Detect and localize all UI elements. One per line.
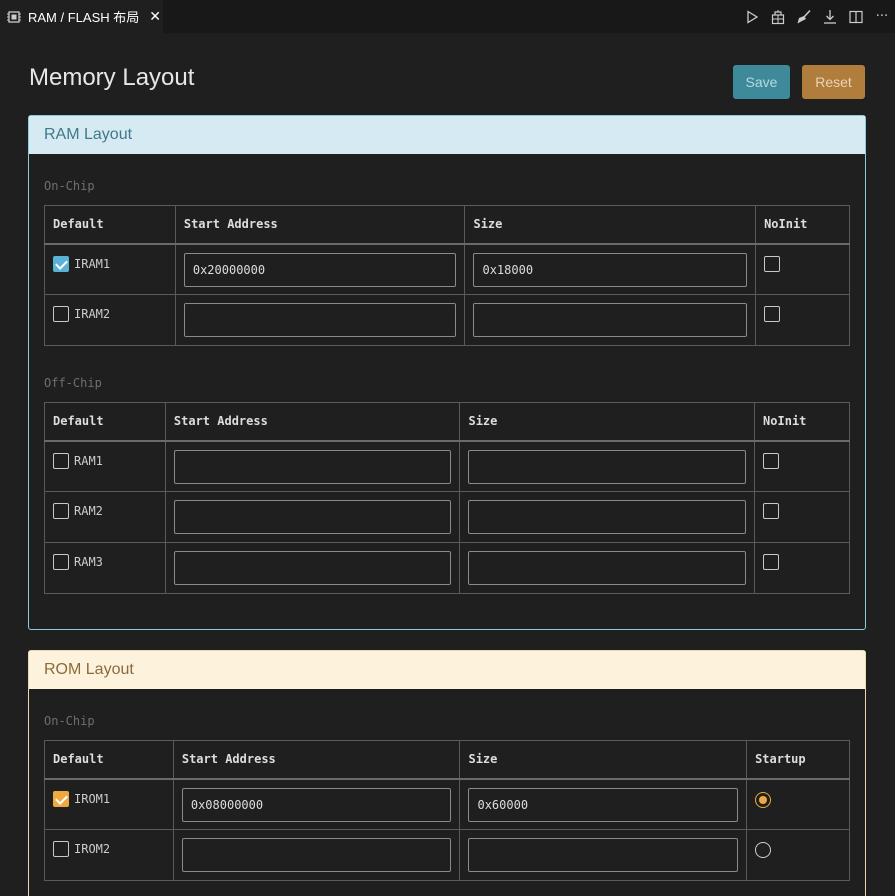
size-input-ram3[interactable] (468, 551, 747, 585)
ram-layout-panel: RAM Layout On-Chip Default Start Address… (28, 115, 866, 630)
row-label-ram1: RAM1 (74, 453, 103, 468)
column-header-default: Default (44, 205, 176, 245)
column-header-noinit: NoInit (755, 205, 850, 245)
page-title: Memory Layout (29, 64, 195, 91)
build-icon[interactable] (765, 6, 791, 28)
column-header-size: Size (459, 402, 756, 442)
column-header-default: Default (44, 402, 166, 442)
row-label-iram1: IRAM1 (74, 256, 111, 271)
default-checkbox-irom1[interactable] (53, 790, 69, 807)
column-header-size: Size (464, 205, 757, 245)
start-address-input-ram3[interactable] (173, 551, 452, 585)
noinit-checkbox-iram2[interactable] (764, 306, 781, 322)
default-checkbox-iram2[interactable] (53, 306, 69, 322)
download-icon[interactable] (817, 6, 843, 28)
clean-icon[interactable] (791, 6, 817, 28)
size-input-irom1[interactable]: 0x60000 (468, 787, 739, 822)
table-row: RAM1 (44, 440, 850, 492)
start-address-input-irom2[interactable] (181, 838, 452, 872)
start-address-input-ram1[interactable] (173, 449, 452, 484)
default-checkbox-ram2[interactable] (53, 503, 69, 519)
reset-button[interactable]: Reset (802, 65, 865, 99)
column-header-start-address: Start Address (172, 740, 461, 780)
rom-layout-header: ROM Layout (29, 651, 865, 689)
table-row: IRAM2 (44, 294, 850, 346)
start-address-input-irom1[interactable]: 0x08000000 (181, 787, 452, 822)
column-header-startup: Startup (746, 740, 850, 780)
ram-onchip-table: Default Start Address Size NoInit IRAM1 … (44, 205, 850, 346)
row-label-ram2: RAM2 (74, 504, 103, 518)
row-label-irom1: IROM1 (74, 791, 111, 806)
size-input-iram2[interactable] (473, 303, 748, 337)
noinit-checkbox-iram1[interactable] (764, 255, 781, 272)
tab-bar: RAM / FLASH 布局 ✕ ··· (0, 0, 895, 33)
table-row: RAM3 (44, 542, 850, 594)
startup-radio-irom2[interactable] (755, 842, 772, 858)
ram-offchip-table: Default Start Address Size NoInit RAM1 R… (44, 402, 850, 594)
editor-actions: ··· (739, 0, 895, 33)
table-row: IROM2 (44, 829, 850, 881)
split-editor-icon[interactable] (843, 6, 869, 28)
default-checkbox-ram1[interactable] (53, 452, 69, 469)
column-header-start-address: Start Address (174, 205, 466, 245)
default-checkbox-iram1[interactable] (53, 255, 69, 272)
default-checkbox-ram3[interactable] (53, 554, 69, 570)
column-header-start-address: Start Address (164, 402, 461, 442)
table-row: IRAM1 0x20000000 0x18000 (44, 243, 850, 295)
size-input-irom2[interactable] (468, 838, 739, 872)
default-checkbox-irom2[interactable] (53, 841, 69, 857)
row-label-ram3: RAM3 (74, 555, 103, 569)
more-icon[interactable]: ··· (869, 6, 895, 28)
ram-onchip-label: On-Chip (44, 179, 95, 193)
tab-title: RAM / FLASH 布局 (28, 10, 140, 25)
chip-icon (6, 9, 22, 25)
table-row: RAM2 (44, 491, 850, 543)
row-label-irom2: IROM2 (74, 842, 111, 856)
size-input-ram2[interactable] (468, 500, 747, 534)
size-input-ram1[interactable] (468, 449, 747, 484)
rom-onchip-label: On-Chip (44, 714, 95, 728)
start-address-input-ram2[interactable] (173, 500, 452, 534)
ram-offchip-label: Off-Chip (44, 376, 102, 390)
column-header-default: Default (44, 740, 174, 780)
start-address-input-iram1[interactable]: 0x20000000 (183, 252, 457, 287)
close-icon[interactable]: ✕ (149, 9, 161, 25)
run-icon[interactable] (739, 6, 765, 28)
save-button[interactable]: Save (733, 65, 790, 99)
startup-radio-irom1[interactable] (755, 791, 772, 808)
column-header-size: Size (459, 740, 748, 780)
table-row: IROM1 0x08000000 0x60000 (44, 778, 850, 830)
noinit-checkbox-ram1[interactable] (763, 452, 780, 469)
rom-onchip-table: Default Start Address Size Startup IROM1… (44, 740, 850, 881)
size-input-iram1[interactable]: 0x18000 (473, 252, 748, 287)
row-label-iram2: IRAM2 (74, 307, 111, 321)
start-address-input-iram2[interactable] (183, 303, 457, 337)
ram-layout-header: RAM Layout (29, 116, 865, 154)
noinit-checkbox-ram2[interactable] (763, 503, 780, 519)
column-header-noinit: NoInit (754, 402, 850, 442)
rom-layout-panel: ROM Layout On-Chip Default Start Address… (28, 650, 866, 896)
noinit-checkbox-ram3[interactable] (763, 554, 780, 570)
tab-memory-layout[interactable]: RAM / FLASH 布局 ✕ (0, 0, 163, 33)
